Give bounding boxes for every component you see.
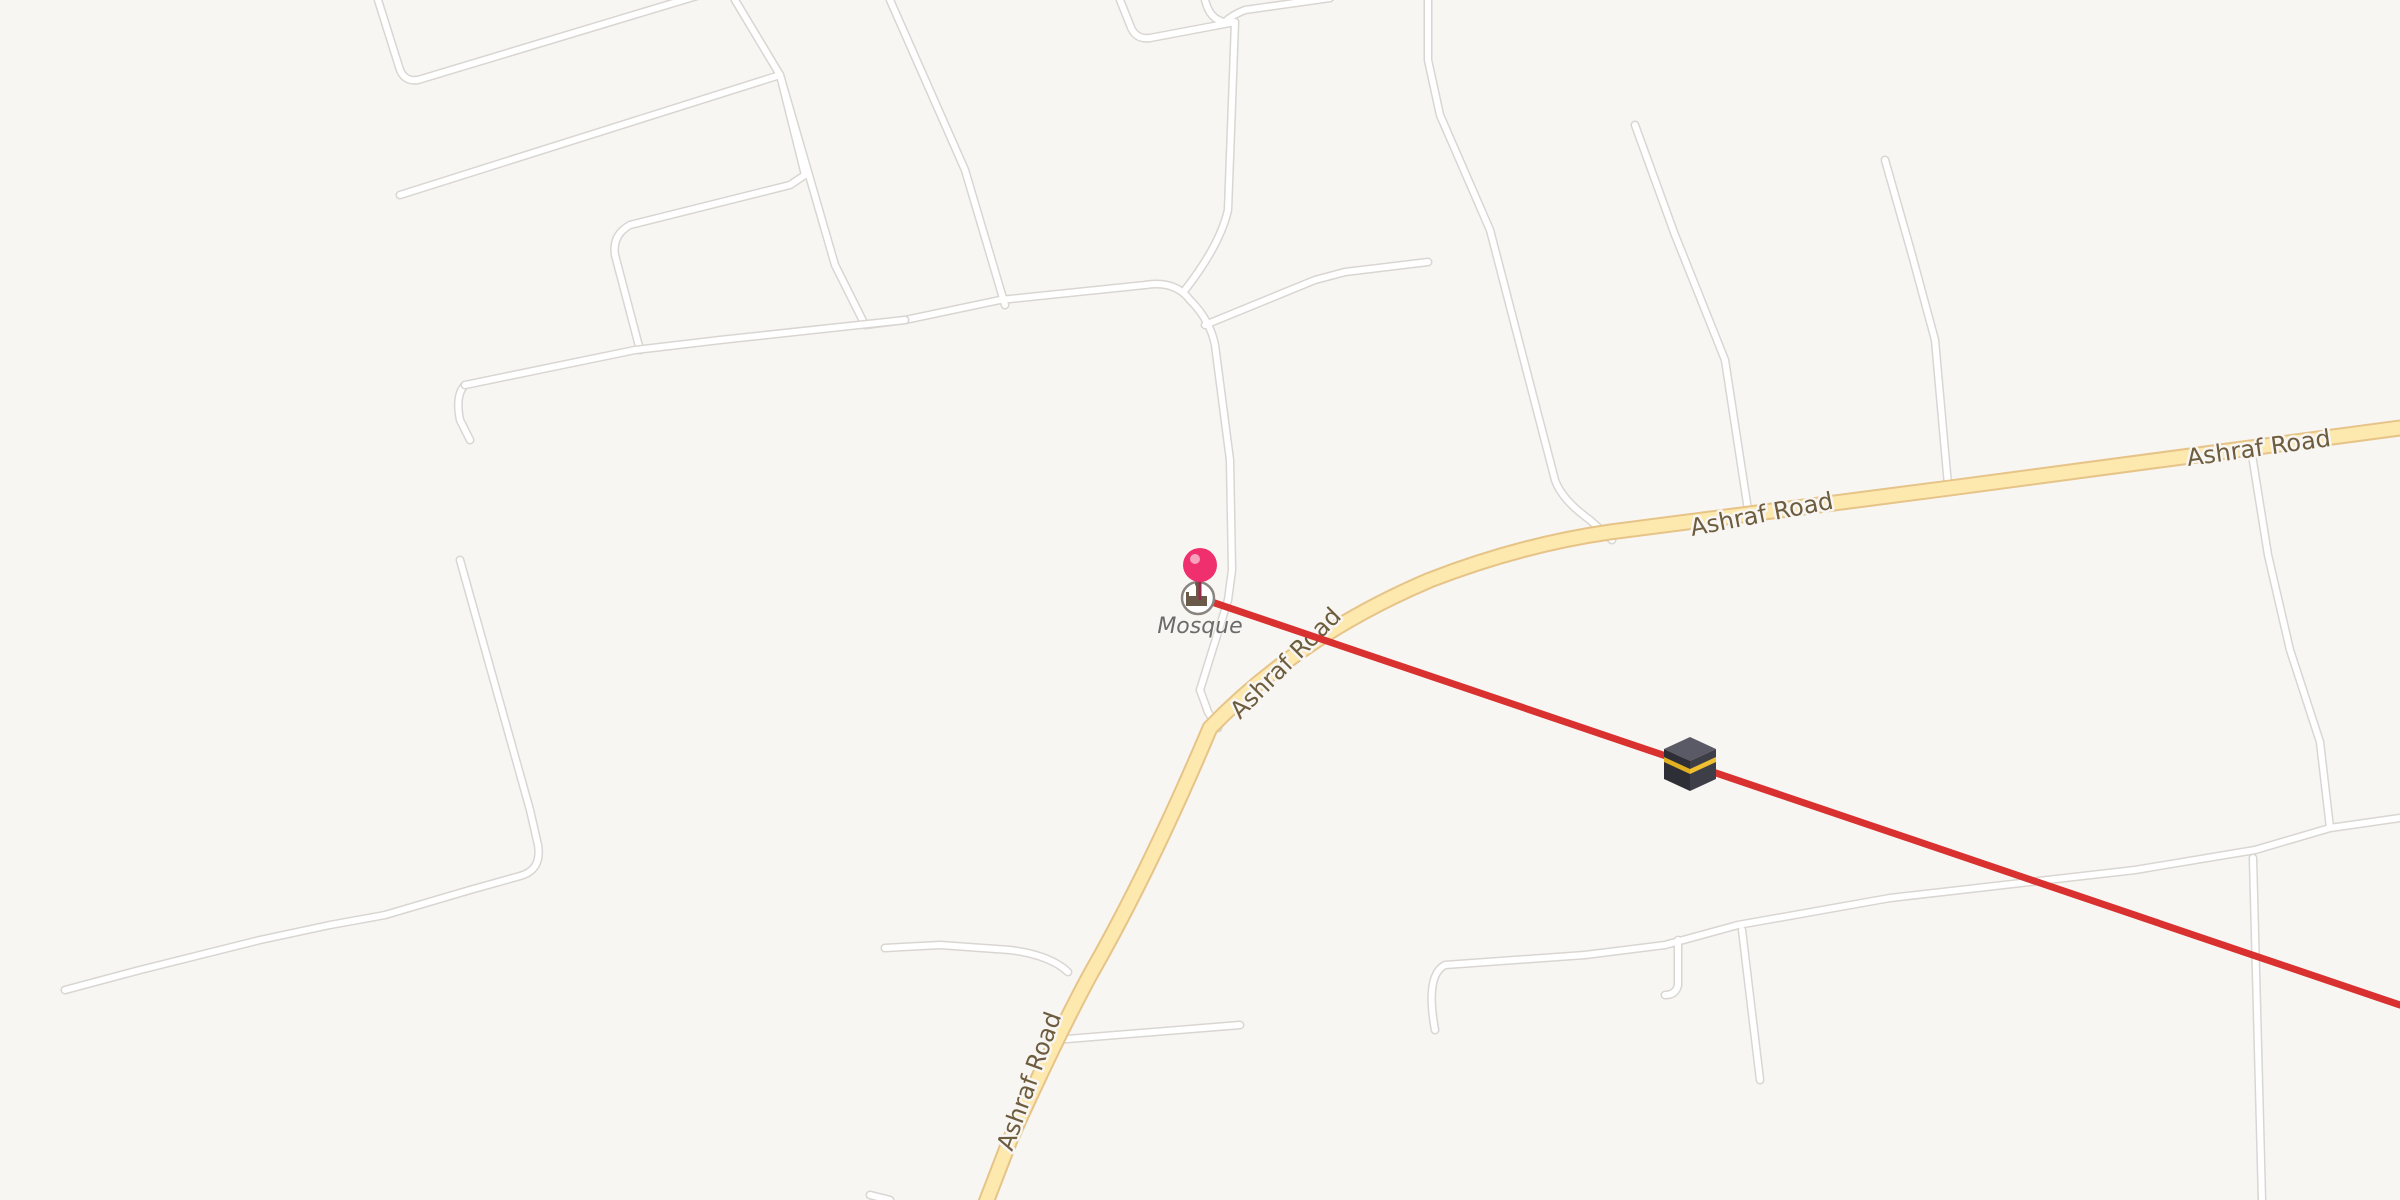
map-layer: Ashraf Road Ashraf Road Ashraf Road Ashr… — [60, 0, 2400, 1200]
main-road-ashraf[interactable] — [977, 419, 2400, 1200]
mosque-icon[interactable] — [1180, 580, 1216, 616]
kaaba-icon[interactable] — [1664, 737, 1716, 791]
road-label-1: Ashraf Road — [991, 1008, 1067, 1154]
road-label-4: Ashraf Road — [2185, 424, 2333, 472]
map-canvas[interactable]: Ashraf Road Ashraf Road Ashraf Road Ashr… — [0, 0, 2400, 1200]
direction-line — [1196, 594, 2400, 1009]
poi-label-mosque: Mosque — [1157, 614, 1243, 639]
minor-roads — [60, 0, 2400, 1200]
road-label-3: Ashraf Road — [1688, 487, 1836, 542]
